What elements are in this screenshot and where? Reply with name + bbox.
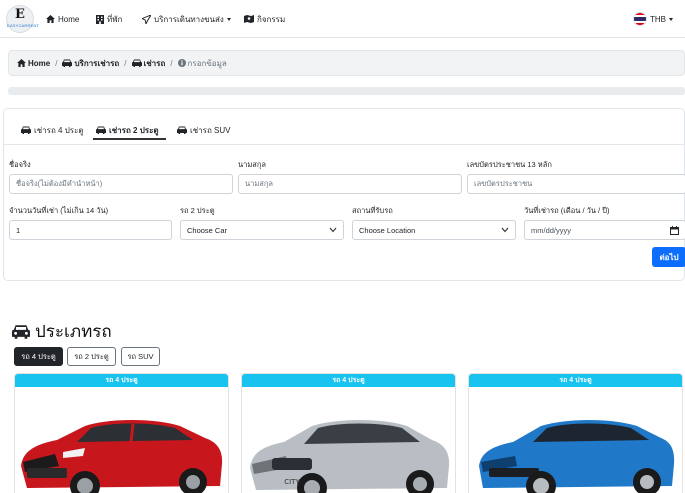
breadcrumb-current: กรอกข้อมูล — [177, 57, 227, 70]
rental-days-label: จำนวนวันที่เช่า (ไม่เกิน 14 วัน) — [9, 206, 109, 215]
car-type-badge-label: รถ 4 ประตู — [332, 377, 365, 384]
pickup-location-value: Choose Location — [359, 225, 416, 235]
filter-4-door-label: รถ 4 ประตู — [21, 351, 56, 361]
car-icon — [21, 126, 31, 134]
building-icon — [96, 14, 104, 24]
car-type-badge-label: รถ 4 ประตู — [105, 377, 138, 384]
breadcrumb-current-label: กรอกข้อมูล — [187, 58, 227, 68]
chevron-down-icon — [329, 227, 337, 233]
breadcrumb-separator: / — [124, 58, 127, 68]
last-name-field[interactable]: นามสกุล — [238, 174, 462, 194]
chevron-down-icon — [226, 17, 231, 21]
car-card[interactable]: รถ 4 ประตู CITY — [241, 373, 456, 493]
car-type-badge: รถ 4 ประตู — [15, 374, 228, 387]
car-type-badge-label: รถ 4 ประตู — [559, 377, 592, 384]
car-icon — [177, 126, 187, 134]
first-name-label: ชื่อจริง — [9, 160, 31, 169]
car-card[interactable]: รถ 4 ประตู — [468, 373, 683, 493]
tabs-divider — [4, 144, 685, 145]
filter-suv[interactable]: รถ SUV — [121, 347, 160, 366]
breadcrumb-home[interactable]: Home — [17, 59, 50, 68]
nav-activities-label: กิจกรรม — [257, 14, 286, 24]
tab-suv[interactable]: เช่ารถ SUV — [177, 122, 230, 138]
first-name-field[interactable]: ชื่อจริง(ไม่ต้องมีคำนำหน้า) — [9, 174, 233, 194]
active-tab-indicator — [93, 138, 166, 140]
tab-suv-label: เช่ารถ SUV — [190, 125, 231, 135]
breadcrumb-rent-car-label: เช่ารถ — [143, 58, 166, 68]
car-types-title: ประเภทรถ — [35, 322, 112, 341]
filter-suv-label: รถ SUV — [127, 351, 154, 361]
paper-plane-icon — [142, 14, 151, 24]
red-sedan-image — [21, 420, 223, 493]
rental-date-label: วันที่เช่ารถ (เดือน / วัน / ปี) — [524, 206, 610, 215]
filter-2-door[interactable]: รถ 2 ประตู — [67, 347, 116, 366]
car-icon — [12, 325, 30, 339]
car-type-badge: รถ 4 ประตู — [242, 374, 455, 387]
nav-home[interactable]: Home — [46, 13, 79, 25]
home-icon — [17, 59, 26, 67]
id-card-placeholder: เลขบัตรประชาชน — [474, 179, 533, 188]
car-card[interactable]: รถ 4 ประตู — [14, 373, 229, 493]
currency-selector[interactable]: THB — [633, 12, 673, 26]
car-icon — [62, 59, 73, 67]
last-name-label: นามสกุล — [238, 160, 266, 169]
logo-tagline: EASYCARRENT — [7, 23, 40, 28]
last-name-placeholder: นามสกุล — [245, 179, 273, 188]
divider-strip — [8, 87, 685, 95]
breadcrumb-car-rental-service[interactable]: บริการเช่ารถ — [62, 57, 119, 70]
logo-letter: E — [15, 7, 25, 22]
car-select-value: Choose Car — [187, 225, 228, 235]
nav-activities[interactable]: กิจกรรม — [244, 13, 285, 25]
rental-days-value: 1 — [16, 225, 21, 235]
rental-days-field[interactable]: 1 — [9, 220, 172, 240]
breadcrumb-separator: / — [55, 58, 58, 68]
breadcrumb-separator: / — [170, 58, 173, 68]
nav-transport[interactable]: บริการเดินทางขนส่ง — [142, 13, 231, 25]
tab-4-door-label: เช่ารถ 4 ประตู — [34, 125, 84, 135]
home-icon — [46, 15, 55, 23]
car-select-label: รถ 2 ประตู — [180, 206, 215, 215]
tab-2-door[interactable]: เช่ารถ 2 ประตู — [96, 122, 159, 138]
nav-accommodation[interactable]: ที่พัก — [96, 13, 122, 25]
tab-2-door-label: เช่ารถ 2 ประตู — [109, 125, 159, 135]
breadcrumb: Home / บริการเช่ารถ / เช่ารถ / กรอกข้อมู… — [8, 50, 685, 76]
rental-date-field[interactable]: mm/dd/yyyy — [524, 220, 685, 240]
nav-home-label: Home — [58, 14, 80, 24]
filter-2-door-label: รถ 2 ประตู — [74, 351, 109, 361]
map-icon — [244, 15, 254, 23]
nav-accommodation-label: ที่พัก — [107, 14, 123, 24]
car-types-heading: ประเภทรถ — [12, 318, 112, 345]
id-card-field[interactable]: เลขบัตรประชาชน — [467, 174, 685, 194]
chevron-down-icon — [501, 227, 509, 233]
car-select[interactable]: Choose Car — [180, 220, 344, 240]
nav-transport-label: บริการเดินทางขนส่ง — [154, 14, 224, 24]
breadcrumb-car-rental-service-label: บริการเช่ารถ — [74, 58, 120, 68]
booking-form-card: เช่ารถ 4 ประตู เช่ารถ 2 ประตู เช่ารถ SUV… — [3, 108, 685, 281]
car-icon — [131, 59, 142, 67]
chevron-down-icon — [669, 17, 673, 21]
rental-date-placeholder: mm/dd/yyyy — [531, 225, 572, 235]
id-card-label: เลขบัตรประชาชน 13 หลัก — [467, 160, 552, 169]
info-circle-icon — [177, 59, 186, 67]
first-name-placeholder: ชื่อจริง(ไม่ต้องมีคำนำหน้า) — [16, 179, 103, 188]
filter-4-door[interactable]: รถ 4 ประตู — [14, 347, 63, 366]
car-icon — [96, 126, 106, 134]
currency-label: THB — [650, 14, 666, 24]
thailand-flag-icon — [633, 12, 647, 26]
top-navbar: E EASYCARRENT Home ที่พัก บริการเดินทางข… — [0, 0, 685, 38]
breadcrumb-rent-car[interactable]: เช่ารถ — [131, 57, 166, 70]
tab-4-door[interactable]: เช่ารถ 4 ประตู — [21, 122, 84, 138]
next-button-label: ต่อไป — [659, 252, 679, 262]
pickup-location-select[interactable]: Choose Location — [352, 220, 516, 240]
blue-sedan-image — [479, 420, 675, 493]
calendar-icon[interactable] — [670, 226, 679, 235]
silver-sedan-image: CITY — [250, 420, 450, 493]
site-logo[interactable]: E EASYCARRENT — [6, 5, 40, 33]
pickup-location-label: สถานที่รับรถ — [352, 206, 393, 215]
next-button[interactable]: ต่อไป — [652, 247, 685, 267]
car-type-badge: รถ 4 ประตู — [469, 374, 682, 387]
breadcrumb-home-label: Home — [28, 58, 51, 68]
